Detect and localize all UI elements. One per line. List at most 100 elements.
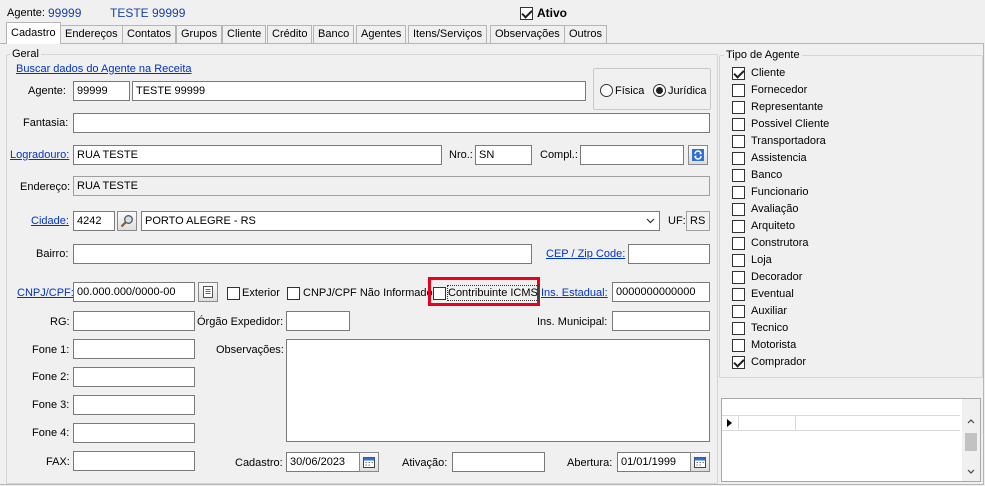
fantasia-label: Fantasia: [23,117,69,129]
orgao-input[interactable] [286,311,350,331]
tipo-agente-label: Cliente [751,67,786,79]
calendar-icon [694,457,706,468]
fone3-input[interactable] [73,395,195,415]
cnpj-link[interactable]: CNPJ/CPF: [17,286,74,300]
logradouro-link[interactable]: Logradouro: [10,148,69,162]
tipo-agente-checkbox[interactable] [732,237,745,250]
uf-label: UF: [668,215,686,227]
agente-name-input[interactable]: TESTE 99999 [132,81,586,101]
tipo-agente-checkbox[interactable] [732,271,745,284]
tipo-agente-checkbox[interactable] [732,118,745,131]
tipo-agente-checkbox[interactable] [732,152,745,165]
juridica-radio[interactable] [653,84,666,97]
tipo-agente-checkbox[interactable] [732,339,745,352]
chevron-down-icon [646,218,655,224]
tipo-agente-checkbox[interactable] [732,305,745,318]
ins-estadual-link[interactable]: Ins. Estadual: [541,286,608,300]
exterior-checkbox[interactable] [227,287,240,300]
cadastro-label: Cadastro: [235,457,283,469]
grid-row[interactable] [722,415,960,431]
tipo-agente-checkbox[interactable] [732,356,745,369]
cnpj-nao-informado-checkbox[interactable] [287,287,300,300]
grid-cell-divider [795,416,796,430]
ins-estadual-input[interactable]: 0000000000000 [612,282,710,302]
abertura-calendar-button[interactable] [690,452,710,472]
tipo-agente-label: Representante [751,101,824,113]
tipo-agente-label: Construtora [751,237,809,249]
magnifier-icon [120,215,133,228]
tipo-agente-label: Fornecedor [751,84,808,96]
tipo-agente-label: Possivel Cliente [751,118,830,130]
cnpj-nao-informado-label: CNPJ/CPF Não Informado [303,287,433,299]
agente-label: Agente: [28,85,66,97]
cidade-link[interactable]: Cidade: [31,214,69,228]
fone2-label: Fone 2: [32,371,70,383]
row-indicator-icon [727,419,732,427]
tipo-agente-label: Tecnico [751,322,789,334]
tipo-agente-checkbox[interactable] [732,288,745,301]
tipo-agente-checkbox[interactable] [732,186,745,199]
document-icon [203,286,213,298]
cadastro-date-input[interactable]: 30/06/2023 [286,452,360,472]
fone2-input[interactable] [73,367,195,387]
tipo-agente-checkbox[interactable] [732,101,745,114]
ativacao-date-input[interactable] [452,452,545,472]
agente-code-input[interactable]: 99999 [73,81,130,101]
tipo-agente-checkbox[interactable] [732,84,745,97]
ativacao-label: Ativação: [402,457,448,469]
group-tipo-agente-title: Tipo de Agente [724,49,802,61]
uf-input: RS [686,211,710,231]
logradouro-input[interactable]: RUA TESTE [73,145,442,165]
abertura-date-input[interactable]: 01/01/1999 [617,452,691,472]
search-city-button[interactable] [117,211,137,231]
fax-input[interactable] [73,451,195,471]
compl-label: Compl.: [540,149,578,161]
tipo-agente-checkbox[interactable] [732,322,745,335]
tipo-agente-checkbox[interactable] [732,220,745,233]
fisica-radio[interactable] [600,84,613,97]
cadastro-calendar-button[interactable] [359,452,379,472]
endereco-label: Endereço: [20,181,71,193]
fantasia-input[interactable] [73,113,710,133]
form-root: Geral Buscar dados do Agente na Receita … [0,0,985,486]
cnpj-input[interactable]: 00.000.000/0000-00 [73,282,195,302]
fone4-input[interactable] [73,423,195,443]
compl-input[interactable] [580,145,684,165]
orgao-label: Órgão Expedidor: [197,316,284,328]
tipo-agente-checkbox[interactable] [732,169,745,182]
fone1-input[interactable] [73,339,195,359]
contribuinte-icms-checkbox[interactable] [433,287,446,300]
contribuinte-icms-label: Contribuinte ICMS [447,285,539,301]
tipo-agente-label: Transportadora [751,135,826,147]
cnpj-lookup-button[interactable] [198,282,218,302]
nro-input[interactable]: SN [475,145,532,165]
tipo-agente-checkbox[interactable] [732,254,745,267]
ins-municipal-input[interactable] [612,311,710,331]
refresh-address-button[interactable] [688,145,708,165]
bairro-input[interactable] [73,244,532,264]
fone4-label: Fone 4: [32,427,70,439]
tipo-agente-checkbox[interactable] [732,203,745,216]
nro-label: Nro.: [449,149,473,161]
cep-input[interactable] [628,244,710,264]
cep-link[interactable]: CEP / Zip Code: [546,247,625,261]
tipo-agente-label: Comprador [751,356,807,368]
tipo-agente-checkbox[interactable] [732,67,745,80]
rg-label: RG: [50,316,70,328]
buscar-receita-link[interactable]: Buscar dados do Agente na Receita [16,62,192,76]
tipo-agente-checkbox[interactable] [732,135,745,148]
cidade-code-input[interactable]: 4242 [73,211,115,231]
group-geral-title: Geral [10,48,41,60]
observacoes-textarea[interactable] [286,339,710,442]
cidade-select[interactable]: PORTO ALEGRE - RS [141,211,660,231]
endereco-input: RUA TESTE [73,176,710,196]
refresh-icon [692,149,704,161]
tipo-agente-label: Assistencia [751,152,807,164]
rg-input[interactable] [73,311,195,331]
cidade-select-value: PORTO ALEGRE - RS [145,215,256,227]
grid-scrollbar[interactable] [962,399,980,481]
exterior-label: Exterior [242,287,280,299]
scroll-thumb[interactable] [965,433,977,451]
grid-panel [721,398,981,482]
tipo-agente-label: Loja [751,254,772,266]
